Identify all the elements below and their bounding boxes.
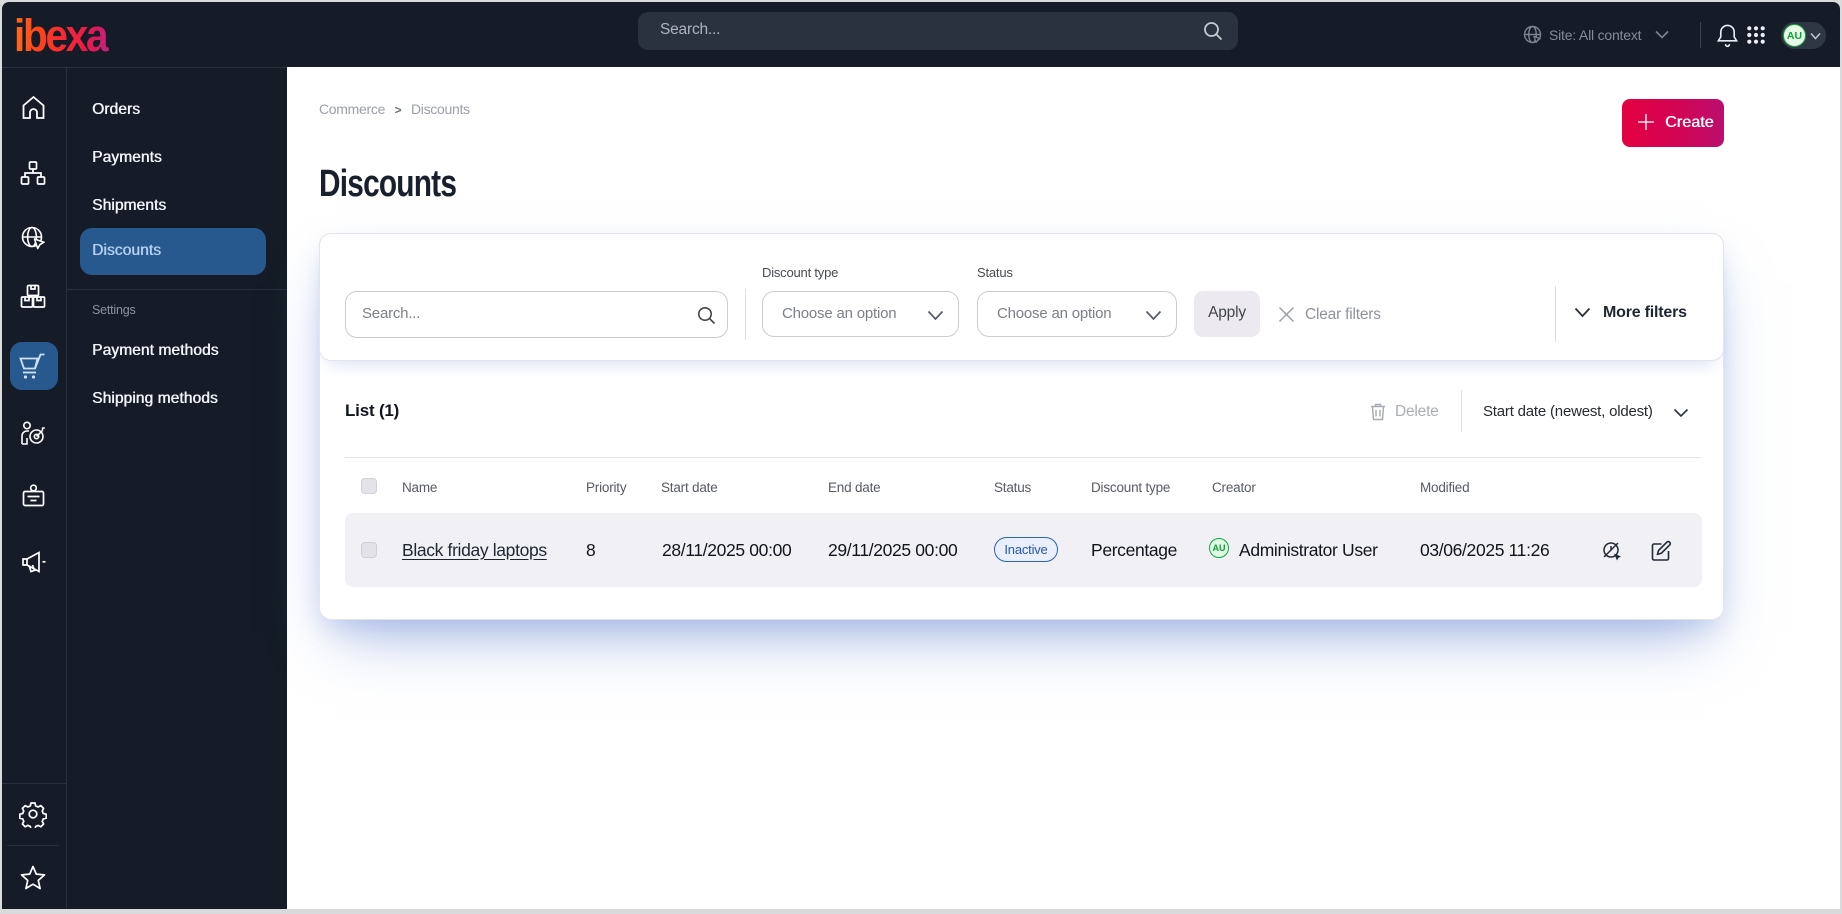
- svg-text:ibexa: ibexa: [14, 15, 110, 55]
